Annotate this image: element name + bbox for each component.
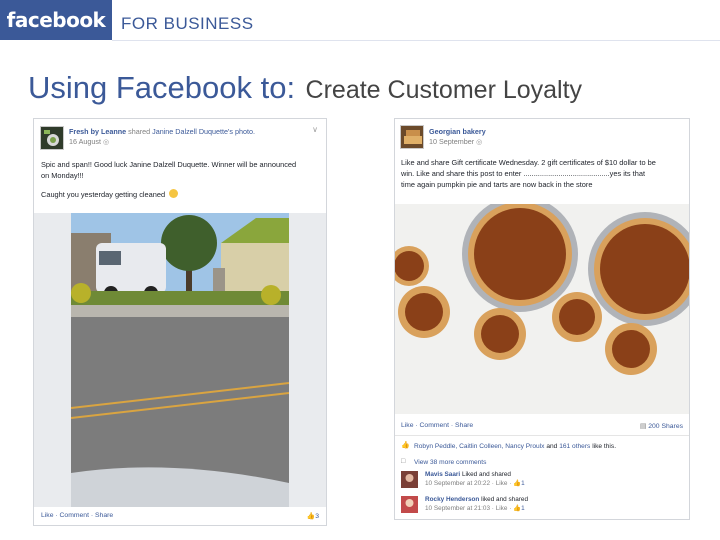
share-count[interactable]: ▤ 200 Shares	[640, 422, 683, 430]
comment-item: Mavis Saari Liked and shared 10 Septembe…	[401, 470, 683, 492]
comment-meta: 10 September at 21:03 · Like ·	[425, 505, 514, 512]
post-header: Georgian bakery 10 September ◎	[429, 127, 679, 147]
smiley-icon	[169, 189, 179, 198]
view-comments-row[interactable]: □ View 38 more comments	[401, 458, 683, 466]
others-link[interactable]: 161 others	[559, 443, 590, 450]
post-text-line: Caught you yesterday getting cleaned	[41, 189, 326, 200]
comment-item: Rocky Henderson liked and shared 10 Sept…	[401, 495, 683, 517]
post-text-line: Spic and span!! Good luck Janine Dalzell…	[41, 160, 297, 169]
page-avatar[interactable]	[40, 126, 64, 150]
post-card-fresh-by-leanne: Fresh by Leanne shared Janine Dalzell Du…	[33, 118, 327, 526]
header-divider	[112, 40, 720, 41]
post-author-link[interactable]: Fresh by Leanne	[69, 127, 126, 136]
share-icon: ▤	[639, 423, 647, 430]
share-count-value: 200 Shares	[648, 423, 683, 430]
pies-photo[interactable]	[395, 204, 689, 414]
post-actions[interactable]: Like · Comment · Share	[401, 422, 473, 429]
post-actions[interactable]: Like · Comment · Share	[41, 512, 113, 519]
post-text: Like and share Gift certificate Wednesda…	[401, 157, 689, 190]
commenter-name-link[interactable]: Rocky Henderson	[425, 496, 479, 503]
post-text-line: Like and share Gift certificate Wednesda…	[401, 158, 656, 167]
commenter-avatar[interactable]	[401, 471, 418, 488]
likes-line: Robyn Peddle, Caitlin Colleen, Nancy Pro…	[414, 443, 616, 450]
thumbs-up-icon: 👍	[306, 513, 316, 520]
facebook-logo: facebook	[0, 0, 112, 40]
shared-text: shared	[128, 127, 151, 136]
likes-and: and	[546, 442, 558, 450]
slide-title-sub: Create Customer Loyalty	[305, 76, 583, 104]
comment-like-count[interactable]: 👍1	[513, 480, 525, 487]
street-scene-photo	[71, 213, 289, 507]
post-text-line3: Caught you yesterday getting cleaned	[41, 190, 166, 199]
post-photo-frame[interactable]	[34, 213, 326, 507]
likes-tail: like this.	[592, 442, 617, 450]
commenter-avatar[interactable]	[401, 496, 418, 513]
comment-like-count-value: 1	[521, 505, 525, 512]
likers-link[interactable]: Robyn Peddle, Caitlin Colleen, Nancy Pro…	[414, 443, 544, 450]
view-more-comments-link[interactable]: View 38 more comments	[414, 459, 486, 466]
divider	[395, 435, 689, 436]
comment-like-count-value: 1	[521, 480, 525, 487]
slide-title-main: Using Facebook to:	[28, 70, 296, 105]
chevron-down-icon[interactable]: ∨	[312, 125, 318, 134]
comment-meta: 10 September at 20:22 · Like ·	[425, 480, 514, 487]
post-text-line: time again pumpkin pie and tarts are now…	[401, 180, 593, 189]
like-count[interactable]: 👍3	[307, 512, 319, 520]
thumbs-up-icon: 👍	[401, 442, 410, 449]
facebook-logo-text: facebook	[6, 8, 106, 32]
globe-icon: ◎	[102, 137, 110, 146]
post-header: Fresh by Leanne shared Janine Dalzell Du…	[69, 127, 319, 147]
comment-bubble-icon: □	[401, 458, 406, 465]
comment-text: Rocky Henderson liked and shared 10 Sept…	[425, 495, 528, 513]
comment-like-count[interactable]: 👍1	[513, 505, 525, 512]
post-author-link[interactable]: Georgian bakery	[429, 127, 486, 136]
page-avatar[interactable]	[400, 125, 424, 149]
shared-photo-link[interactable]: Janine Dalzell Duquette's photo.	[152, 127, 255, 136]
comment-body: Liked and shared	[461, 471, 511, 478]
post-text: Spic and span!! Good luck Janine Dalzell…	[41, 159, 326, 200]
comment-body: liked and shared	[481, 496, 529, 503]
post-text-line: win. Like and share this post to enter .…	[401, 169, 645, 178]
commenter-name-link[interactable]: Mavis Saari	[425, 471, 460, 478]
post-card-georgian-bakery: Georgian bakery 10 September ◎ Like and …	[394, 118, 690, 520]
post-date[interactable]: 10 September	[429, 137, 474, 146]
section-label: FOR BUSINESS	[121, 14, 254, 33]
pumpkin-pies-image	[395, 204, 689, 414]
globe-icon: ◎	[476, 137, 483, 146]
comment-text: Mavis Saari Liked and shared 10 Septembe…	[425, 470, 525, 488]
likes-summary: 👍 Robyn Peddle, Caitlin Colleen, Nancy P…	[401, 442, 683, 450]
post-text-line: on Monday!!!	[41, 171, 84, 180]
like-count-value: 3	[315, 513, 319, 520]
slide-title: Using Facebook to: Create Customer Loyal…	[28, 70, 582, 106]
post-date[interactable]: 16 August	[69, 137, 101, 146]
